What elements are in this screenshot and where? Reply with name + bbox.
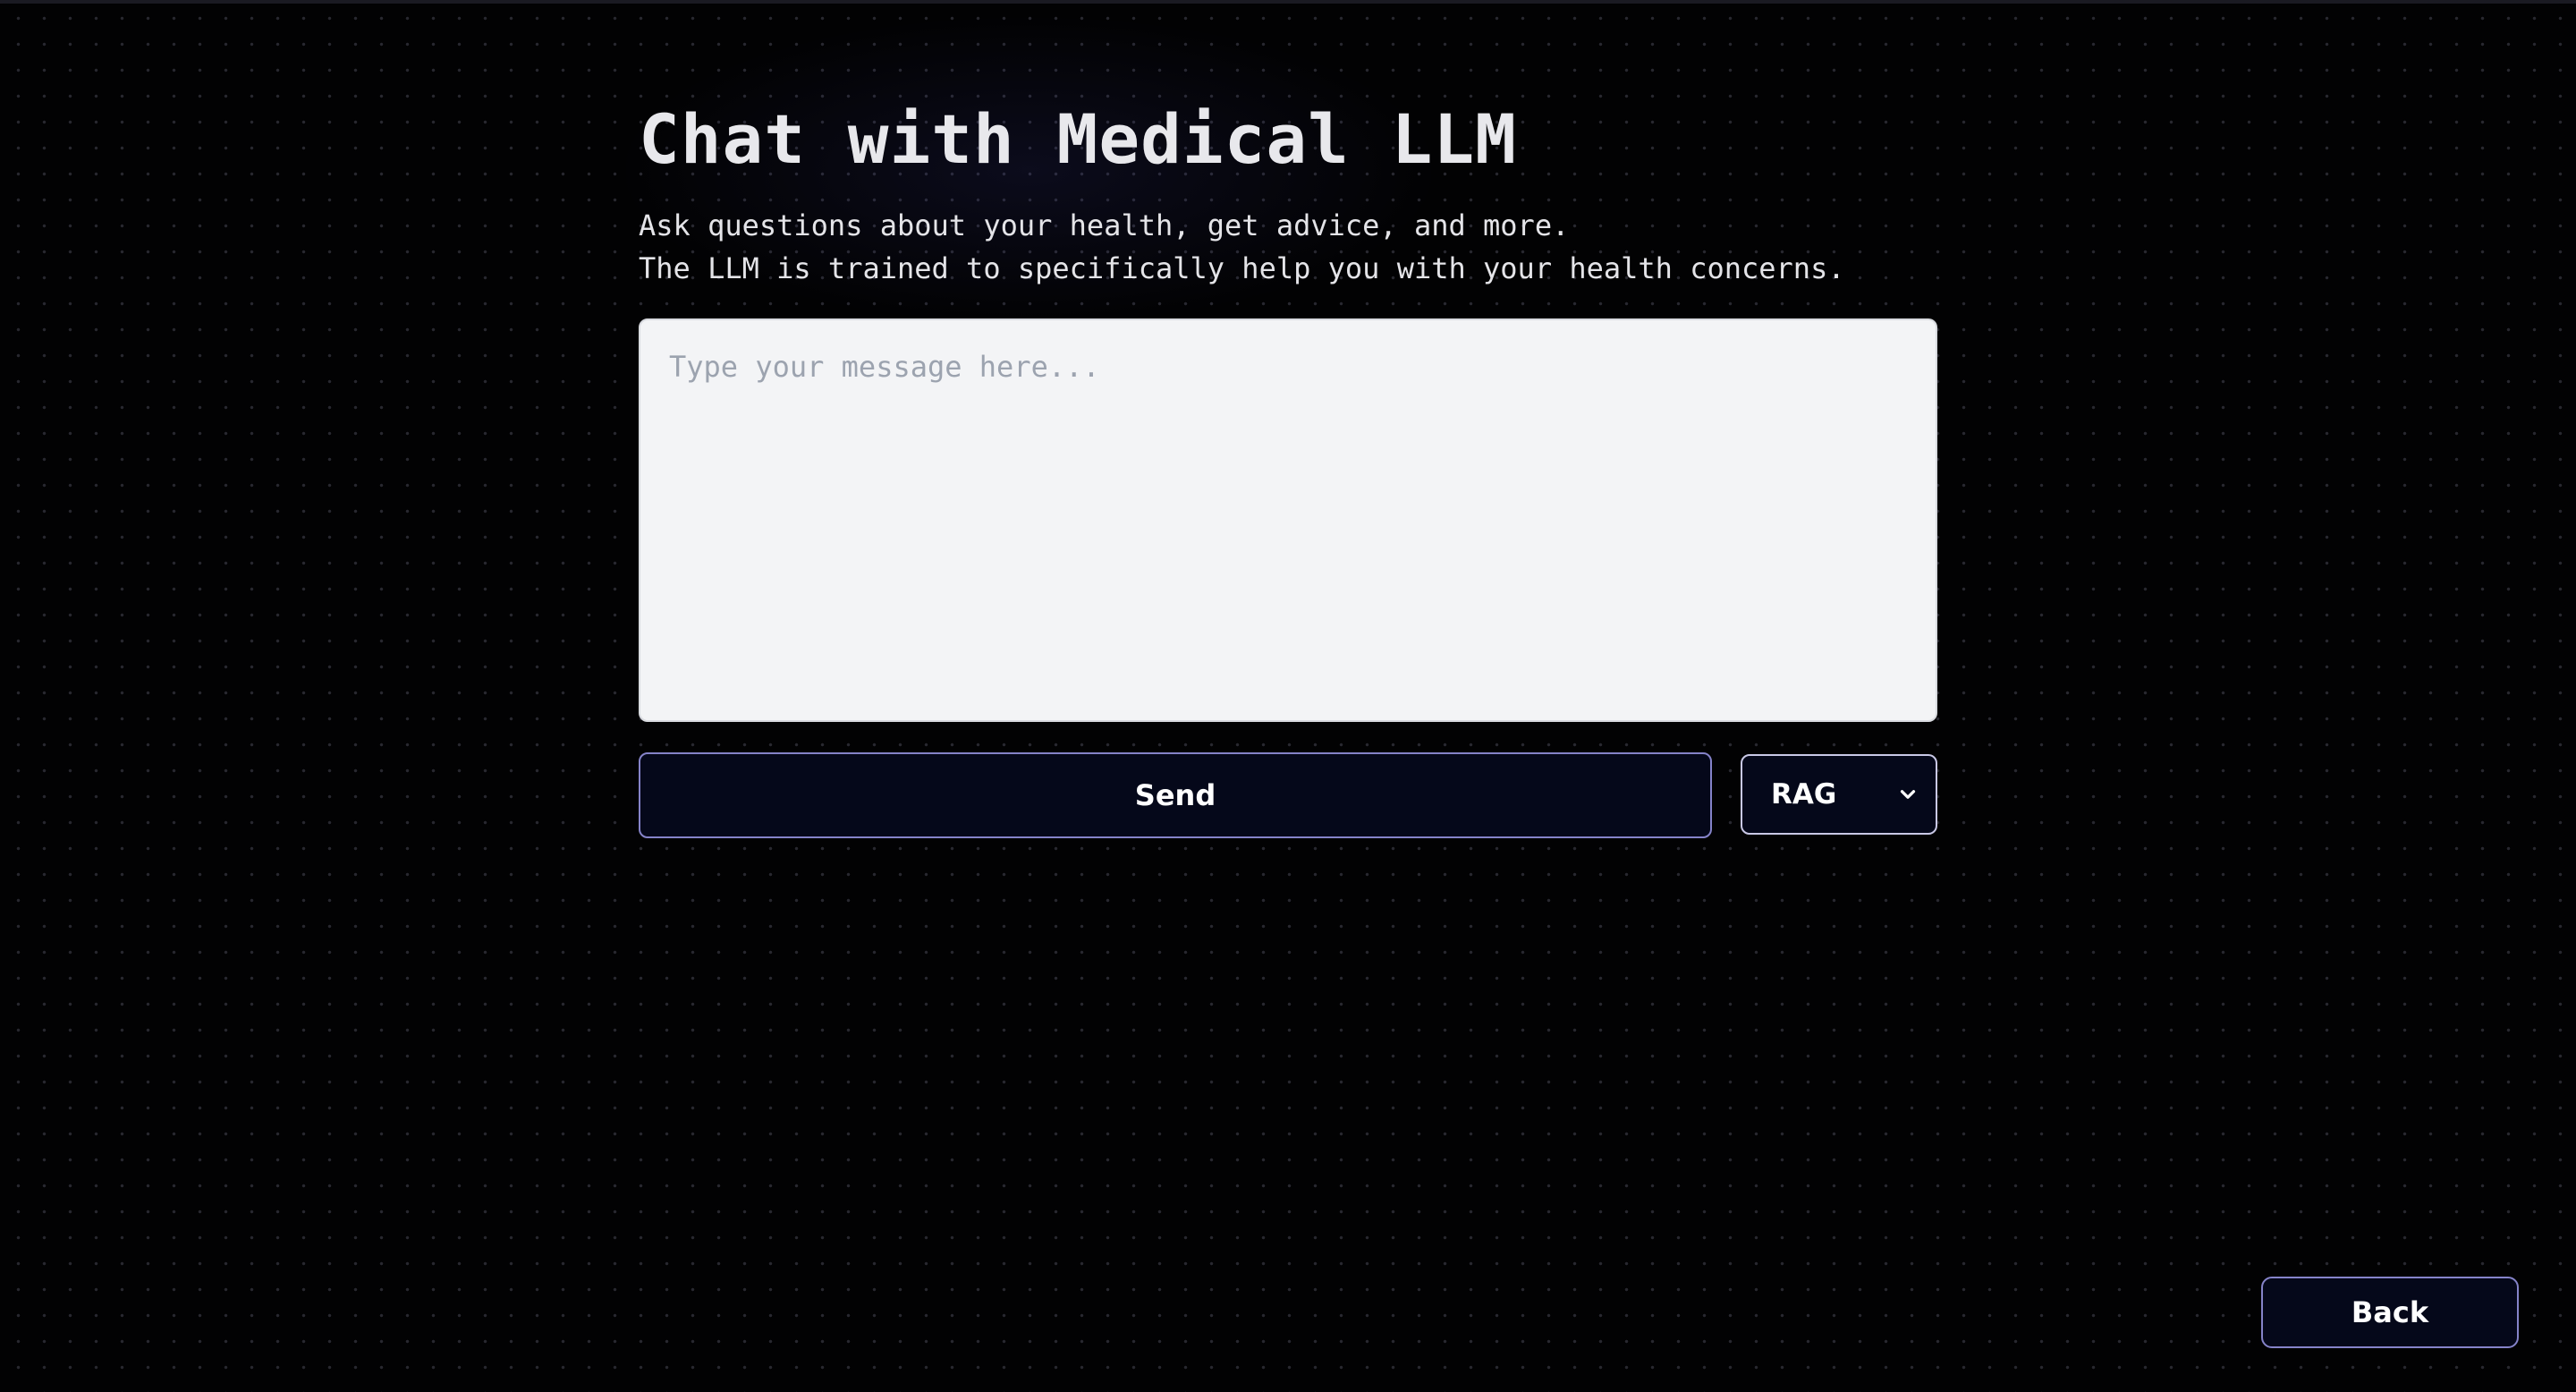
send-button[interactable]: Send (639, 752, 1712, 838)
top-border (0, 0, 2576, 4)
chat-panel: Chat with Medical LLM Ask questions abou… (639, 89, 1937, 838)
description-line-1: Ask questions about your health, get adv… (639, 208, 1570, 242)
chevron-down-icon (1900, 790, 1916, 799)
mode-select[interactable]: RAG (1741, 754, 1937, 835)
description-line-2: The LLM is trained to specifically help … (639, 251, 1845, 285)
page-title: Chat with Medical LLM (639, 99, 1517, 179)
chat-controls: Send RAG (639, 752, 1937, 838)
message-input[interactable] (639, 318, 1937, 722)
back-button[interactable]: Back (2261, 1277, 2519, 1348)
page-description: Ask questions about your health, get adv… (639, 204, 1937, 290)
mode-select-value: RAG (1771, 778, 1837, 811)
